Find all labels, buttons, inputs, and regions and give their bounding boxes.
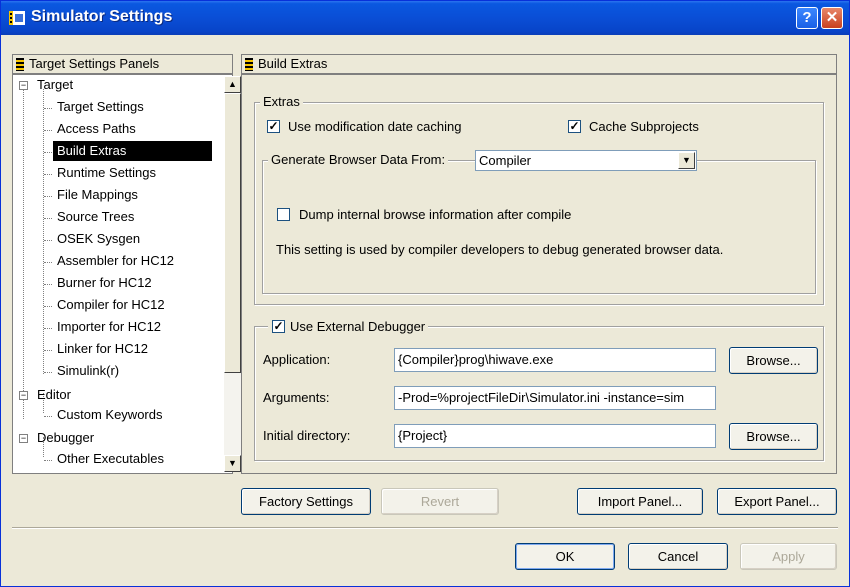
panel-header-icon: [245, 58, 253, 71]
tree-panel-header-label: Target Settings Panels: [29, 56, 160, 71]
tree-item-access-paths[interactable]: Access Paths: [57, 119, 136, 139]
scroll-up-icon[interactable]: ▲: [224, 76, 241, 93]
tree-item-file-mappings[interactable]: File Mappings: [57, 185, 138, 205]
app-icon: [9, 11, 25, 25]
tree-connector: [44, 240, 52, 241]
extras-legend: Extras: [260, 94, 303, 110]
browser-data-legend: Generate Browser Data From:: [268, 152, 449, 168]
expander-target[interactable]: −: [19, 81, 28, 90]
tree-item-linker[interactable]: Linker for HC12: [57, 339, 148, 359]
tree-item-other-executables[interactable]: Other Executables: [57, 449, 164, 469]
tree-item-build-extras[interactable]: Build Extras: [53, 141, 212, 161]
browser-note: This setting is used by compiler develop…: [276, 242, 724, 257]
tree-connector: [44, 174, 52, 175]
cache-subprojects-checkbox[interactable]: ✓: [568, 120, 581, 133]
title-bar[interactable]: Simulator Settings ? ✕: [1, 1, 849, 35]
dump-browse-label[interactable]: Dump internal browse information after c…: [299, 207, 571, 223]
tree-item-simulink[interactable]: Simulink(r): [57, 361, 119, 381]
tree-connector: [44, 416, 52, 417]
tree-item-target-settings[interactable]: Target Settings: [57, 97, 144, 117]
tree-connector: [44, 460, 52, 461]
settings-tree[interactable]: − Target Target Settings Access Paths Bu…: [12, 74, 241, 474]
expander-debugger[interactable]: −: [19, 434, 28, 443]
mod-date-caching-checkbox[interactable]: ✓: [267, 120, 280, 133]
tree-connector: [44, 350, 52, 351]
tree-connector: [23, 89, 24, 419]
use-external-debugger-checkbox[interactable]: ✓: [272, 320, 285, 333]
tree-item-assembler[interactable]: Assembler for HC12: [57, 251, 174, 271]
tree-item-importer[interactable]: Importer for HC12: [57, 317, 161, 337]
external-debugger-legend[interactable]: Use External Debugger: [268, 319, 429, 335]
arguments-input[interactable]: -Prod=%projectFileDir\Simulator.ini -ins…: [394, 386, 716, 410]
simulator-settings-window: Simulator Settings ? ✕ Target Settings P…: [0, 0, 850, 587]
tree-item-debugger[interactable]: Debugger: [37, 428, 94, 448]
dump-browse-checkbox[interactable]: [277, 208, 290, 221]
panel-header-icon: [16, 58, 24, 71]
tree-item-osek-sysgen[interactable]: OSEK Sysgen: [57, 229, 140, 249]
tree-connector: [44, 262, 52, 263]
tree-panel-header: Target Settings Panels: [12, 54, 233, 74]
initial-directory-browse-button[interactable]: Browse...: [729, 423, 818, 450]
main-panel-header-label: Build Extras: [258, 56, 328, 71]
application-browse-button[interactable]: Browse...: [729, 347, 818, 374]
tree-connector: [44, 152, 52, 153]
apply-button[interactable]: Apply: [740, 543, 837, 570]
tree-connector: [44, 196, 52, 197]
tree-connector: [44, 284, 52, 285]
tree-item-target[interactable]: Target: [37, 75, 73, 95]
dropdown-arrow-icon[interactable]: ▼: [678, 152, 695, 169]
window-title: Simulator Settings: [31, 8, 173, 25]
browser-data-select[interactable]: Compiler ▼: [475, 150, 697, 171]
import-panel-button[interactable]: Import Panel...: [577, 488, 703, 515]
tree-connector: [44, 372, 52, 373]
tree-connector: [44, 306, 52, 307]
tree-item-runtime-settings[interactable]: Runtime Settings: [57, 163, 156, 183]
tree-item-compiler[interactable]: Compiler for HC12: [57, 295, 165, 315]
tree-item-source-trees[interactable]: Source Trees: [57, 207, 134, 227]
arguments-label: Arguments:: [263, 390, 330, 405]
mod-date-caching-label[interactable]: Use modification date caching: [288, 119, 461, 135]
help-button[interactable]: ?: [796, 7, 818, 29]
cancel-button[interactable]: Cancel: [628, 543, 728, 570]
initial-directory-input[interactable]: {Project}: [394, 424, 716, 448]
tree-item-editor[interactable]: Editor: [37, 385, 71, 405]
cache-subprojects-label[interactable]: Cache Subprojects: [589, 119, 699, 135]
ok-button[interactable]: OK: [515, 543, 615, 570]
main-panel-header: Build Extras: [241, 54, 837, 74]
revert-button[interactable]: Revert: [381, 488, 499, 515]
factory-settings-button[interactable]: Factory Settings: [241, 488, 371, 515]
application-label: Application:: [263, 352, 331, 367]
tree-item-burner[interactable]: Burner for HC12: [57, 273, 152, 293]
tree-connector: [44, 130, 52, 131]
tree-scrollbar[interactable]: ▲ ▼: [224, 76, 241, 472]
initial-directory-label: Initial directory:: [263, 428, 351, 443]
separator: [12, 527, 838, 529]
tree-item-custom-keywords[interactable]: Custom Keywords: [57, 405, 162, 425]
tree-connector: [44, 218, 52, 219]
scroll-down-icon[interactable]: ▼: [224, 455, 241, 472]
close-button[interactable]: ✕: [821, 7, 843, 29]
tree-connector: [44, 328, 52, 329]
browser-data-group: [262, 160, 816, 294]
build-extras-panel: Extras ✓ Use modification date caching ✓…: [241, 74, 837, 474]
application-input[interactable]: {Compiler}prog\hiwave.exe: [394, 348, 716, 372]
expander-editor[interactable]: −: [19, 391, 28, 400]
tree-connector: [44, 108, 52, 109]
scroll-thumb[interactable]: [224, 93, 241, 373]
browser-data-selected: Compiler: [479, 153, 532, 168]
export-panel-button[interactable]: Export Panel...: [717, 488, 837, 515]
tree-connector: [43, 89, 44, 374]
